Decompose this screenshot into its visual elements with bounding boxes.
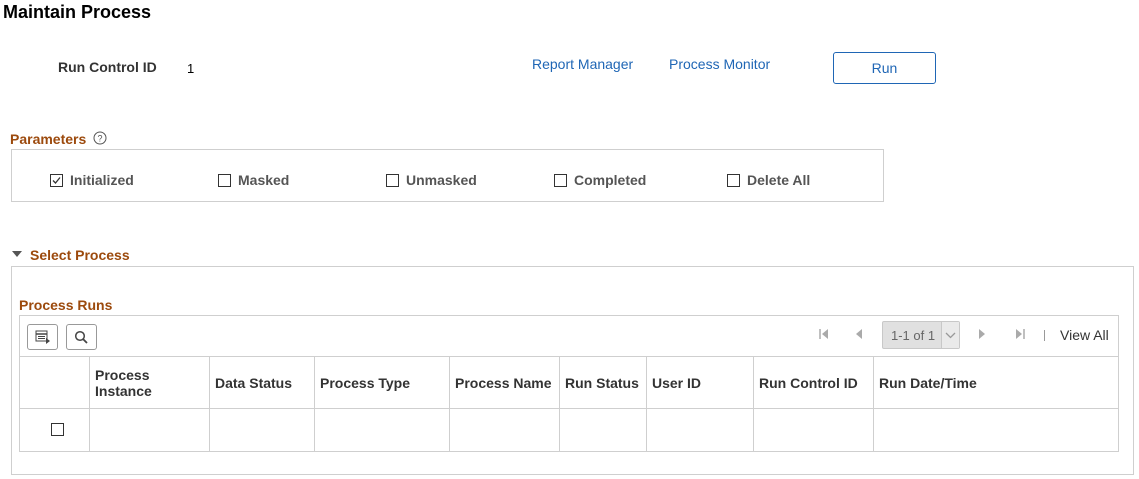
cell-data-status: [209, 408, 314, 451]
column-header-run-status[interactable]: Run Status: [559, 357, 646, 408]
column-header-run-date-time[interactable]: Run Date/Time: [873, 357, 1118, 408]
cell-run-status: [559, 408, 646, 451]
checkbox-completed[interactable]: Completed: [554, 172, 646, 188]
process-runs-title: Process Runs: [19, 297, 113, 313]
row-select-checkbox[interactable]: [51, 423, 64, 436]
cell-process-type: [314, 408, 449, 451]
checkbox-delete-all[interactable]: Delete All: [727, 172, 810, 188]
column-header-data-status[interactable]: Data Status: [209, 357, 314, 408]
process-runs-grid: 1-1 of 1 View All Process Instance Data …: [19, 315, 1119, 452]
view-all-link[interactable]: View All: [1060, 327, 1109, 343]
pager-range: 1-1 of 1: [891, 328, 936, 343]
column-header-process-instance[interactable]: Process Instance: [89, 357, 209, 408]
page-title: Maintain Process: [3, 2, 152, 22]
collapse-triangle-icon[interactable]: [12, 251, 22, 257]
chevron-down-icon[interactable]: [941, 322, 959, 348]
checkbox-label: Masked: [238, 172, 290, 188]
column-header-process-type[interactable]: Process Type: [314, 357, 449, 408]
pager-divider: [1044, 330, 1045, 341]
select-process-title[interactable]: Select Process: [30, 247, 130, 263]
run-control-value: 1: [187, 61, 195, 76]
checkbox-initialized[interactable]: Initialized: [50, 172, 134, 188]
grid-personalize-icon: [35, 330, 50, 344]
grid-header-row: Process Instance Data Status Process Typ…: [20, 356, 1118, 409]
run-button[interactable]: Run: [833, 52, 936, 84]
run-control-label: Run Control ID: [58, 59, 157, 75]
last-page-icon[interactable]: [1014, 328, 1026, 340]
checkbox-label: Delete All: [747, 172, 811, 188]
grid-search-button[interactable]: [66, 324, 97, 350]
column-header-user-id[interactable]: User ID: [646, 357, 753, 408]
report-manager-link[interactable]: Report Manager: [532, 56, 633, 72]
checkbox-icon[interactable]: [218, 173, 231, 187]
svg-text:?: ?: [97, 134, 102, 144]
cell-user-id: [646, 408, 753, 451]
next-page-icon[interactable]: [977, 328, 987, 340]
cell-process-instance: [89, 408, 209, 451]
checkbox-masked[interactable]: Masked: [218, 172, 289, 188]
parameters-box: Initialized Masked Unmasked Completed De…: [11, 149, 884, 202]
table-row: [20, 408, 1118, 451]
checkbox-label: Completed: [574, 172, 647, 188]
cell-run-control-id: [753, 408, 873, 451]
column-header-run-control-id[interactable]: Run Control ID: [753, 357, 873, 408]
pager-select[interactable]: 1-1 of 1: [882, 321, 960, 349]
checkbox-icon[interactable]: [554, 173, 567, 187]
previous-page-icon[interactable]: [854, 328, 864, 340]
search-icon: [74, 330, 88, 344]
process-monitor-link[interactable]: Process Monitor: [669, 56, 770, 72]
cell-run-date-time: [873, 408, 1118, 451]
cell-process-name: [449, 408, 559, 451]
checkbox-unmasked[interactable]: Unmasked: [386, 172, 477, 188]
checkbox-icon[interactable]: [386, 173, 399, 187]
parameters-title: Parameters: [10, 131, 87, 147]
checkbox-icon[interactable]: [727, 173, 740, 187]
column-header-process-name[interactable]: Process Name: [449, 357, 559, 408]
help-circle-icon[interactable]: ?: [93, 131, 107, 145]
checkbox-label: Initialized: [70, 172, 134, 188]
checkbox-label: Unmasked: [406, 172, 477, 188]
first-page-icon[interactable]: [818, 328, 830, 340]
checkbox-checked-icon[interactable]: [50, 173, 63, 187]
grid-personalize-button[interactable]: [27, 324, 58, 350]
